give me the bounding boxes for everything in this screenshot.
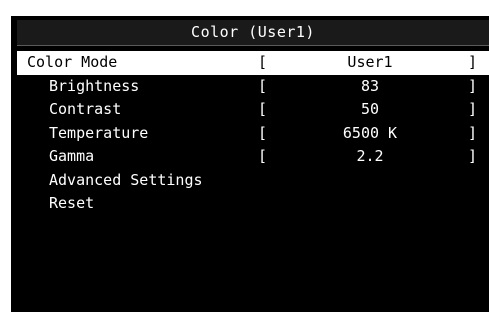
menu-item-gamma[interactable]: Gamma [ 2.2 ]: [17, 145, 489, 169]
value-bracket-open: [: [258, 147, 268, 165]
menu-list: Color Mode [ User1 ] Brightness [ 83 ] C…: [17, 51, 489, 216]
menu-item-label: Reset: [49, 194, 95, 212]
value-bracket-close: ]: [468, 147, 478, 165]
brightness-value: 83: [360, 76, 380, 95]
value-bracket-close: ]: [468, 100, 478, 118]
contrast-value: 50: [360, 100, 380, 118]
menu-item-label: Temperature: [49, 123, 149, 142]
menu-item-label: Color Mode: [27, 53, 118, 71]
value-bracket-close: ]: [468, 76, 478, 95]
menu-item-reset[interactable]: Reset: [17, 192, 489, 216]
menu-item-temperature[interactable]: Temperature [ 6500 K ]: [17, 122, 489, 146]
value-bracket-close: ]: [468, 123, 478, 142]
osd-menu-panel: Color (User1) Color Mode [ User1 ] Brigh…: [11, 16, 489, 312]
menu-item-advanced-settings[interactable]: Advanced Settings: [17, 169, 489, 193]
temperature-value: 6500 K: [342, 123, 398, 142]
value-bracket-open: [: [258, 76, 268, 95]
menu-item-brightness[interactable]: Brightness [ 83 ]: [17, 75, 489, 99]
menu-item-label: Brightness: [49, 76, 140, 95]
menu-item-contrast[interactable]: Contrast [ 50 ]: [17, 98, 489, 122]
value-bracket-close: ]: [468, 53, 478, 71]
value-bracket-open: [: [258, 123, 268, 142]
window-title: Color (User1): [17, 20, 489, 46]
value-bracket-open: [: [258, 53, 268, 71]
menu-item-label: Advanced Settings: [49, 170, 203, 189]
color-mode-value: User1: [347, 53, 393, 71]
value-bracket-open: [: [258, 100, 268, 118]
menu-item-color-mode[interactable]: Color Mode [ User1 ]: [17, 51, 489, 75]
menu-item-label: Gamma: [49, 147, 95, 165]
gamma-value: 2.2: [356, 147, 384, 165]
menu-item-label: Contrast: [49, 100, 122, 118]
